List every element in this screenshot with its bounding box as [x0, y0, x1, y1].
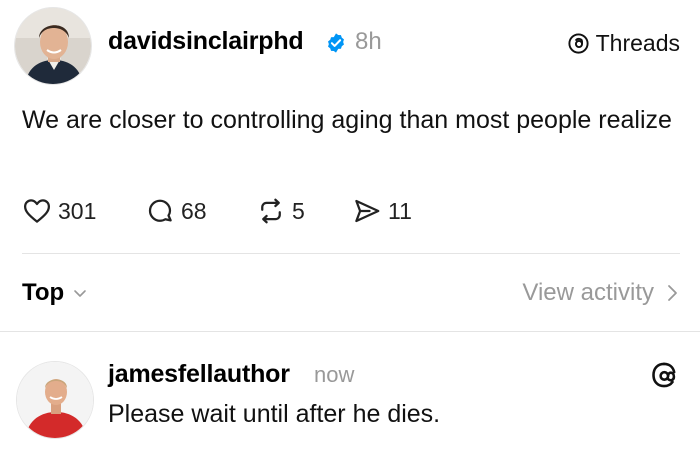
sort-label: Top [22, 279, 65, 306]
repost-icon [261, 198, 281, 224]
repost-button[interactable]: 5 [256, 196, 305, 226]
threads-logo-icon[interactable] [650, 361, 678, 389]
post-timestamp: 8h [355, 28, 382, 55]
like-button[interactable]: 301 [22, 196, 96, 226]
sort-dropdown[interactable]: Top [22, 279, 88, 307]
view-activity-label: View activity [522, 279, 654, 306]
divider [0, 331, 700, 332]
share-count: 11 [388, 197, 412, 224]
reply-text: Please wait until after he dies. [108, 400, 441, 428]
post-author-avatar[interactable] [14, 7, 92, 85]
repost-count: 5 [292, 197, 305, 224]
view-activity-link[interactable]: View activity [522, 279, 680, 307]
threads-logo-icon [568, 33, 589, 54]
comment-button[interactable]: 68 [145, 196, 207, 226]
reply-author-username[interactable]: jamesfellauthor [108, 360, 290, 389]
comment-bubble-icon [148, 199, 172, 222]
reply-author-avatar[interactable] [16, 361, 94, 439]
reply-timestamp: now [314, 362, 355, 387]
chevron-right-icon [668, 285, 677, 301]
share-send-icon [355, 199, 380, 223]
divider [22, 253, 680, 254]
verified-badge-icon [325, 32, 347, 54]
comment-count: 68 [181, 197, 207, 224]
like-count: 301 [58, 197, 97, 224]
heart-icon [24, 199, 50, 223]
chevron-down-icon [74, 290, 87, 297]
post-author-username[interactable]: davidsinclairphd [108, 27, 304, 56]
threads-source-link[interactable]: Threads [567, 30, 680, 57]
share-button[interactable]: 11 [352, 196, 412, 226]
post-text: We are closer to controlling aging than … [22, 106, 672, 134]
threads-source-label: Threads [595, 30, 680, 56]
